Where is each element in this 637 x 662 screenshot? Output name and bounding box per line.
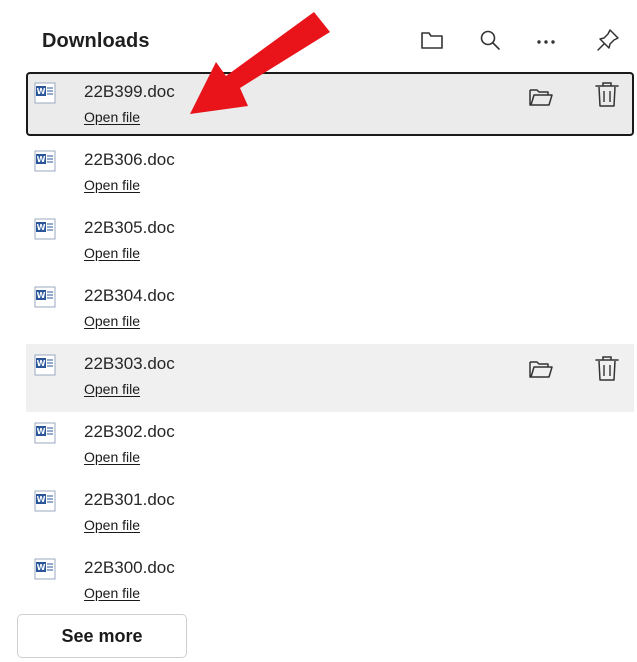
more-options-button[interactable] [528,22,564,58]
open-file-link[interactable]: Open file [84,585,140,601]
word-document-icon: W [34,82,56,104]
svg-text:W: W [37,359,46,368]
search-downloads-button[interactable] [472,22,508,58]
downloads-list: W 22B399.doc Open file W 22B306.doc Open… [26,72,634,616]
show-in-folder-button[interactable] [526,82,556,112]
pin-icon [597,29,619,51]
open-file-link[interactable]: Open file [84,449,140,465]
download-item[interactable]: W 22B306.doc Open file [26,140,634,208]
word-document-icon: W [34,354,56,376]
file-name: 22B301.doc [84,490,175,509]
word-document-icon: W [34,422,56,444]
svg-text:W: W [37,495,46,504]
open-file-link[interactable]: Open file [84,517,140,533]
more-options-icon [537,40,555,44]
search-icon [480,30,500,50]
download-item[interactable]: W 22B301.doc Open file [26,480,634,548]
download-item[interactable]: W 22B303.doc Open file [26,344,634,412]
file-name: 22B302.doc [84,422,175,441]
svg-text:W: W [37,563,46,572]
show-in-folder-button[interactable] [526,354,556,384]
open-file-link[interactable]: Open file [84,381,140,397]
download-item[interactable]: W 22B305.doc Open file [26,208,634,276]
page-title: Downloads [42,30,150,52]
file-name: 22B399.doc [84,82,175,101]
download-item[interactable]: W 22B304.doc Open file [26,276,634,344]
trash-icon [595,356,619,381]
open-downloads-folder-button[interactable] [414,22,450,58]
download-item[interactable]: W 22B300.doc Open file [26,548,634,616]
pin-downloads-button[interactable] [590,22,626,58]
open-file-link[interactable]: Open file [84,245,140,261]
open-file-link[interactable]: Open file [84,313,140,329]
file-name: 22B305.doc [84,218,175,237]
open-file-link[interactable]: Open file [84,177,140,193]
file-name: 22B303.doc [84,354,175,373]
folder-open-icon [529,89,553,106]
word-document-icon: W [34,286,56,308]
file-name: 22B300.doc [84,558,175,577]
delete-button[interactable] [592,354,622,384]
open-file-link[interactable]: Open file [84,109,140,125]
folder-icon [421,32,443,49]
download-item[interactable]: W 22B302.doc Open file [26,412,634,480]
svg-text:W: W [37,427,46,436]
svg-text:W: W [37,291,46,300]
folder-open-icon [529,361,553,378]
svg-text:W: W [37,155,46,164]
downloads-header: Downloads [0,0,637,70]
word-document-icon: W [34,558,56,580]
see-more-button[interactable]: See more [17,614,187,658]
delete-button[interactable] [592,80,622,110]
word-document-icon: W [34,150,56,172]
trash-icon [595,82,619,107]
svg-text:W: W [37,87,46,96]
word-document-icon: W [34,218,56,240]
download-item[interactable]: W 22B399.doc Open file [26,72,634,136]
file-name: 22B306.doc [84,150,175,169]
file-name: 22B304.doc [84,286,175,305]
svg-text:W: W [37,223,46,232]
word-document-icon: W [34,490,56,512]
